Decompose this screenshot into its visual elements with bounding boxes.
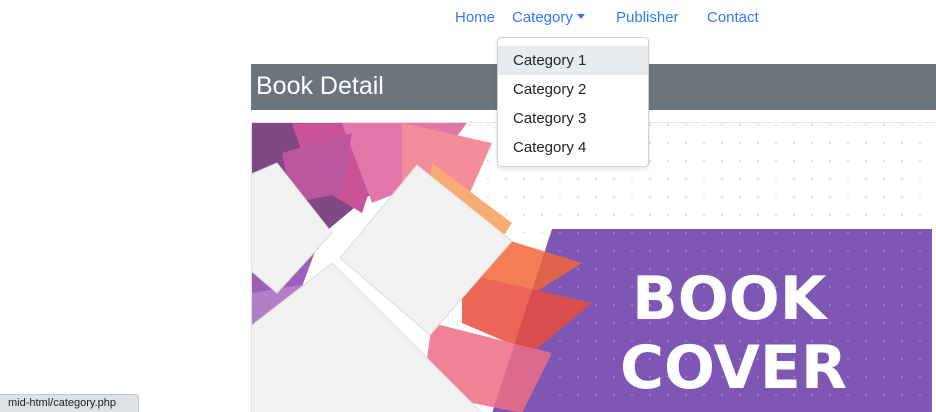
category-dropdown-menu: Category 1 Category 2 Category 3 Categor… [497, 37, 649, 167]
caret-down-icon [576, 14, 585, 19]
cover-title-line1: BOOK [632, 264, 829, 334]
top-nav: Home Category Publisher Contact [0, 0, 936, 36]
dropdown-item-category-1[interactable]: Category 1 [498, 46, 648, 75]
nav-publisher-link[interactable]: Publisher [616, 9, 679, 26]
browser-status-url: mid-html/category.php [0, 394, 139, 412]
nav-category-dropdown-toggle[interactable]: Category [512, 9, 585, 26]
dropdown-item-category-2[interactable]: Category 2 [498, 75, 648, 104]
nav-category-label: Category [512, 9, 573, 26]
nav-home-link[interactable]: Home [455, 9, 495, 26]
dropdown-item-category-3[interactable]: Category 3 [498, 104, 648, 133]
cover-title-line2: COVER [620, 333, 847, 403]
page-title: Book Detail [256, 72, 384, 100]
nav-contact-link[interactable]: Contact [707, 9, 759, 26]
dropdown-item-category-4[interactable]: Category 4 [498, 133, 648, 162]
